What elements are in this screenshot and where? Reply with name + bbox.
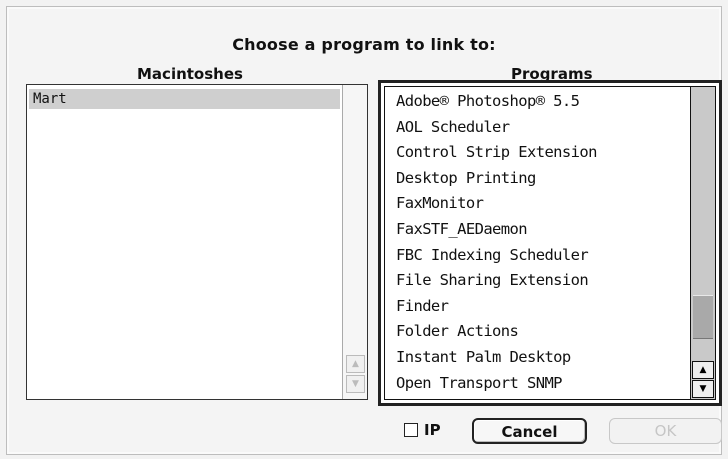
program-list-item[interactable]: Open Transport SNMP [385, 371, 689, 397]
programs-scroll-thumb[interactable] [693, 295, 713, 339]
programs-list-focus-ring: Adobe® Photoshop® 5.5 AOL Scheduler Contro… [378, 80, 722, 406]
program-list-item[interactable]: AOL Scheduler [385, 115, 689, 141]
macintosh-item-mart[interactable]: Mart [29, 89, 340, 109]
programs-scrollbar[interactable]: ▲ ▼ [690, 87, 715, 399]
scroll-down-arrow-icon[interactable]: ▼ [346, 375, 365, 393]
program-list-item[interactable]: File Sharing Extension [385, 268, 689, 294]
program-list-item[interactable]: Desktop Printing [385, 166, 689, 192]
ip-checkbox[interactable] [404, 423, 418, 437]
ip-checkbox-row[interactable]: IP [404, 420, 441, 440]
program-list-item[interactable]: Adobe® Photoshop® 5.5 [385, 89, 689, 115]
scroll-up-arrow-icon[interactable]: ▲ [692, 361, 714, 379]
programs-list[interactable]: Adobe® Photoshop® 5.5 AOL Scheduler Contro… [384, 86, 716, 400]
program-list-item[interactable]: FaxMonitor [385, 191, 689, 217]
ip-checkbox-label: IP [424, 421, 441, 439]
program-list-item[interactable]: FBC Indexing Scheduler [385, 243, 689, 269]
macintoshes-scrollbar[interactable]: ▲ ▼ [342, 85, 367, 399]
scroll-up-arrow-icon[interactable]: ▲ [346, 355, 365, 373]
program-list-item[interactable]: Instant Palm Desktop [385, 345, 689, 371]
program-list-item[interactable]: Folder Actions [385, 319, 689, 345]
ok-button[interactable]: OK [609, 418, 722, 444]
cancel-button[interactable]: Cancel [472, 418, 587, 444]
program-list-item[interactable]: FaxSTF_AEDaemon [385, 217, 689, 243]
macintoshes-list[interactable]: Mart ▲ ▼ [26, 84, 368, 400]
macintoshes-header: Macintoshes [137, 65, 243, 83]
scroll-down-arrow-icon[interactable]: ▼ [692, 380, 714, 398]
program-list-item[interactable]: Finder [385, 294, 689, 320]
dialog-title: Choose a program to link to: [232, 35, 496, 54]
program-list-item[interactable]: Control Strip Extension [385, 140, 689, 166]
